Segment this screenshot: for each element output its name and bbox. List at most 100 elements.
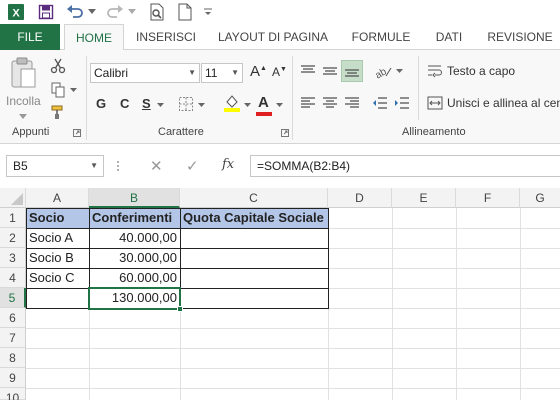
row-header-10[interactable]: 10 — [0, 388, 26, 400]
cell-b1[interactable]: Conferimenti — [89, 208, 180, 228]
wrap-text-icon[interactable] — [426, 62, 444, 80]
column-header-d[interactable]: D — [328, 188, 392, 208]
row-header-6[interactable]: 6 — [0, 308, 26, 328]
column-header-c[interactable]: C — [180, 188, 328, 208]
cell-a2[interactable]: Socio A — [26, 228, 89, 248]
clipboard-group-label: Appunti — [12, 126, 50, 138]
row-header-2[interactable]: 2 — [0, 228, 26, 248]
copy-icon[interactable] — [48, 80, 68, 100]
row-header-4[interactable]: 4 — [0, 268, 26, 288]
cell-b2[interactable]: 40.000,00 — [89, 228, 180, 248]
tab-formule[interactable]: FORMULE — [344, 24, 418, 50]
grow-font-button[interactable]: A▲ — [250, 63, 267, 80]
worksheet-grid[interactable]: A B C D E F G 1 2 3 4 5 6 7 8 9 10 Socio… — [0, 188, 560, 400]
column-header-e[interactable]: E — [392, 188, 456, 208]
cell-a4[interactable]: Socio C — [26, 268, 89, 288]
undo-icon[interactable] — [64, 2, 86, 22]
print-preview-icon[interactable] — [146, 2, 168, 22]
format-painter-icon[interactable] — [48, 102, 68, 122]
paste-dropdown-icon[interactable] — [16, 112, 30, 122]
bold-button[interactable]: G — [96, 96, 106, 111]
row-header-9[interactable]: 9 — [0, 368, 26, 388]
borders-dropdown-icon[interactable] — [196, 100, 206, 110]
underline-button[interactable]: S — [142, 96, 151, 111]
align-top-icon[interactable] — [298, 62, 318, 80]
cut-icon[interactable] — [48, 56, 68, 76]
cancel-entry-icon[interactable]: ✕ — [150, 157, 163, 175]
cell-b5[interactable]: 130.000,00 — [89, 288, 180, 308]
fill-handle[interactable] — [177, 306, 183, 312]
paste-label[interactable]: Incolla — [6, 94, 41, 108]
tab-inserisci[interactable]: INSERISCI — [130, 24, 202, 50]
row-header-3[interactable]: 3 — [0, 248, 26, 268]
insert-function-icon[interactable]: fx — [222, 157, 234, 172]
align-right-icon[interactable] — [342, 94, 362, 112]
paste-icon[interactable] — [8, 56, 38, 92]
quick-access-toolbar: X — [0, 0, 560, 24]
cell-a1[interactable]: Socio — [26, 208, 89, 228]
undo-dropdown-icon[interactable] — [86, 2, 98, 22]
cell-c5[interactable] — [180, 288, 328, 308]
column-header-b[interactable]: B — [89, 188, 180, 208]
tab-file[interactable]: FILE — [0, 24, 60, 50]
redo-icon[interactable] — [104, 2, 126, 22]
copy-dropdown-icon[interactable] — [68, 86, 78, 94]
ribbon-separator — [292, 56, 293, 140]
font-color-button[interactable]: A — [258, 94, 269, 111]
cell-c3[interactable] — [180, 248, 328, 268]
merge-center-icon[interactable] — [426, 94, 444, 112]
orientation-icon[interactable]: ab — [372, 62, 394, 80]
font-name-combo[interactable]: Calibri ▼ — [90, 63, 200, 83]
align-middle-icon[interactable] — [320, 62, 340, 80]
italic-button[interactable]: C — [120, 96, 129, 111]
select-all-corner[interactable] — [0, 188, 26, 208]
row-header-5[interactable]: 5 — [0, 288, 26, 308]
shrink-font-button[interactable]: A▼ — [272, 65, 287, 79]
cell-c4[interactable] — [180, 268, 328, 288]
align-bottom-icon[interactable] — [341, 60, 363, 82]
table-rule — [26, 228, 329, 229]
new-document-icon[interactable] — [174, 2, 196, 22]
column-header-f[interactable]: F — [456, 188, 520, 208]
formula-input[interactable]: =SOMMA(B2:B4) — [250, 155, 560, 177]
tab-layout-di-pagina[interactable]: LAYOUT DI PAGINA — [212, 24, 334, 50]
row-header-1[interactable]: 1 — [0, 208, 26, 228]
column-header-g[interactable]: G — [520, 188, 560, 208]
wrap-text-label[interactable]: Testo a capo — [447, 64, 515, 78]
cell-a5[interactable] — [26, 288, 89, 308]
orientation-dropdown-icon[interactable] — [394, 66, 404, 76]
chevron-down-icon: ▼ — [188, 68, 196, 77]
tab-home[interactable]: HOME — [64, 24, 124, 51]
redo-dropdown-icon[interactable] — [126, 2, 138, 22]
underline-dropdown-icon[interactable] — [154, 100, 166, 110]
tab-dati[interactable]: DATI — [426, 24, 472, 50]
column-header-a[interactable]: A — [26, 188, 89, 208]
align-left-icon[interactable] — [298, 94, 318, 112]
confirm-entry-icon[interactable]: ✓ — [186, 157, 199, 175]
save-icon[interactable] — [36, 2, 56, 22]
customize-dropdown-icon[interactable] — [200, 2, 216, 22]
font-launcher-icon[interactable] — [280, 128, 290, 138]
decrease-indent-icon[interactable] — [370, 94, 390, 112]
tab-revisione[interactable]: REVISIONE — [482, 24, 558, 50]
increase-indent-icon[interactable] — [392, 94, 412, 112]
font-color-dropdown-icon[interactable] — [274, 100, 284, 110]
cell-b3[interactable]: 30.000,00 — [89, 248, 180, 268]
cell-c2[interactable] — [180, 228, 328, 248]
shrink-font-label: A — [272, 65, 281, 79]
cell-b4[interactable]: 60.000,00 — [89, 268, 180, 288]
fill-color-icon[interactable] — [222, 92, 242, 114]
align-center-icon[interactable] — [320, 94, 340, 112]
row-header-7[interactable]: 7 — [0, 328, 26, 348]
name-box[interactable]: B5 ▼ — [6, 155, 104, 177]
formula-bar-grip[interactable] — [116, 158, 120, 174]
fill-color-dropdown-icon[interactable] — [242, 100, 252, 110]
cell-a3[interactable]: Socio B — [26, 248, 89, 268]
font-size-combo[interactable]: 11 ▼ — [201, 63, 243, 83]
row-header-8[interactable]: 8 — [0, 348, 26, 368]
clipboard-launcher-icon[interactable] — [72, 128, 82, 138]
cell-c1[interactable]: Quota Capitale Sociale — [180, 208, 328, 228]
merge-center-label[interactable]: Unisci e allinea al centro — [447, 96, 560, 110]
excel-logo-icon[interactable]: X — [6, 2, 26, 22]
borders-icon[interactable] — [176, 94, 196, 114]
